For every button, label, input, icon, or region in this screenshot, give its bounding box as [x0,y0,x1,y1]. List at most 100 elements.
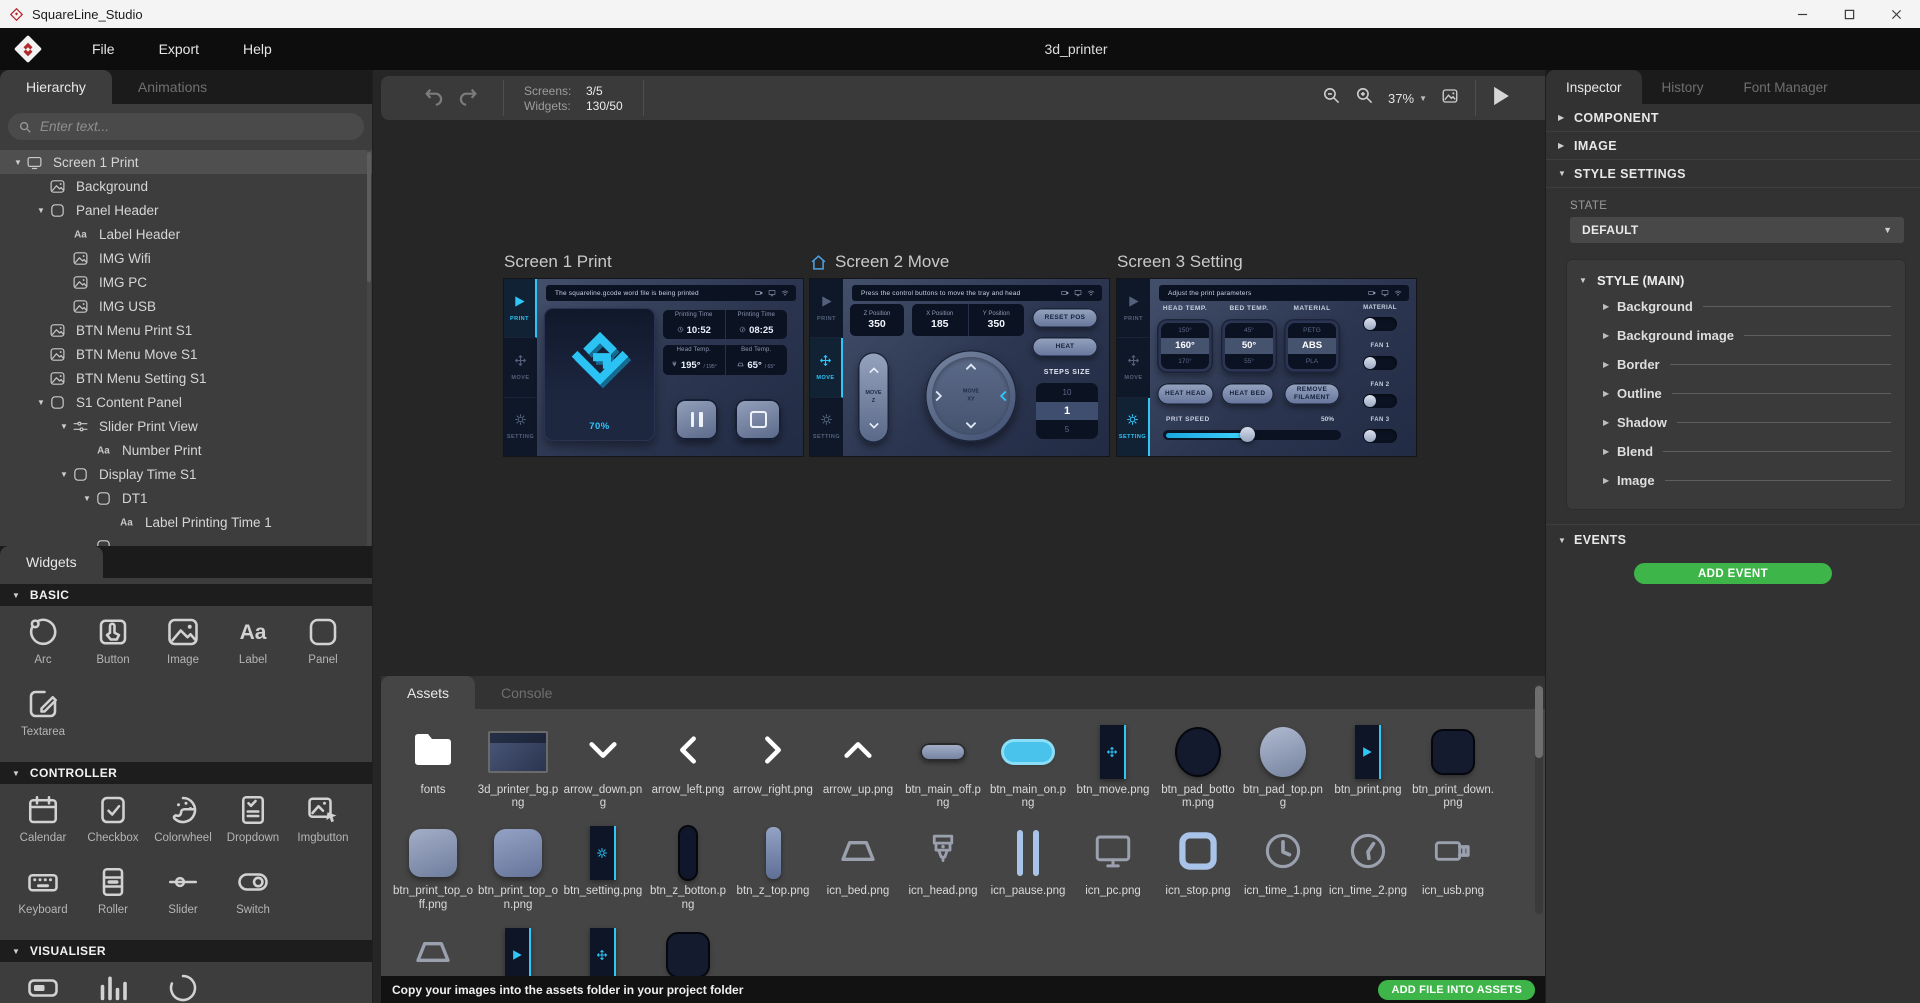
switch-fan-2[interactable] [1363,394,1397,408]
asset-icn-stop-png[interactable]: icn_stop.png [1156,824,1240,911]
hierarchy-scrollbar[interactable] [367,150,371,546]
steps-option-selected[interactable]: 1 [1036,402,1098,421]
style-prop-background-image[interactable]: ▶Background image [1575,321,1895,350]
tree-item-display-time-s1[interactable]: ▼Display Time S1 [0,462,372,486]
roller-head-temp-[interactable]: 150°160°170° [1157,319,1213,373]
asset-btn-print-down-png[interactable]: btn_print_down.png [1411,723,1495,810]
widget-keyboard[interactable]: Keyboard [8,862,78,934]
widget-button[interactable]: Button [78,612,148,684]
tab-console[interactable]: Console [475,676,578,709]
redo-icon[interactable] [457,85,479,112]
steps-option[interactable]: 10 [1036,383,1098,402]
maximize-button[interactable] [1826,0,1873,28]
style-prop-background[interactable]: ▶Background [1575,292,1895,321]
roller-value[interactable]: 170° [1161,354,1209,369]
tree-item-dt1[interactable]: ▼DT1 [0,486,372,510]
steps-roller[interactable]: 1015 [1036,383,1098,439]
add-event-button[interactable]: ADD EVENT [1634,563,1832,584]
tab-history[interactable]: History [1642,70,1724,104]
widget-section-basic[interactable]: ▼BASIC [0,584,372,606]
chevron-down-icon[interactable] [869,416,879,434]
tree-item-panel-header[interactable]: ▼Panel Header [0,198,372,222]
tree-item-label-printing-time-1[interactable]: AaLabel Printing Time 1 [0,510,372,534]
search-input[interactable]: Enter text... [8,113,364,140]
tree-item-btn-menu-print-s1[interactable]: BTN Menu Print S1 [0,318,372,342]
widget-arc[interactable]: Arc [8,612,78,684]
tree-item-label-header[interactable]: AaLabel Header [0,222,372,246]
widget-checkbox[interactable]: Checkbox [78,790,148,862]
roller-bed-temp-[interactable]: 45°50°55° [1221,319,1277,373]
asset-partial[interactable] [391,926,475,976]
heat-bed-button[interactable]: HEAT BED [1221,383,1274,405]
style-prop-shadow[interactable]: ▶Shadow [1575,408,1895,437]
switch-fan-1[interactable] [1363,356,1397,370]
asset-arrow-down-png[interactable]: arrow_down.png [561,723,645,810]
expander-icon[interactable]: ▼ [33,398,49,407]
asset-arrow-left-png[interactable]: arrow_left.png [646,723,730,810]
expander-icon[interactable]: ▼ [56,470,72,479]
pad-down-icon[interactable] [966,416,977,434]
add-file-into-assets-button[interactable]: ADD FILE INTO ASSETS [1378,980,1535,1000]
asset-btn-move-png[interactable]: btn_move.png [1071,723,1155,810]
style-prop-outline[interactable]: ▶Outline [1575,379,1895,408]
widget-bar[interactable] [8,968,78,1003]
play-button[interactable] [1492,85,1511,112]
tree-item[interactable] [0,534,372,546]
menu-help[interactable]: Help [243,41,272,57]
style-main-header[interactable]: ▼STYLE (MAIN) [1575,268,1895,292]
asset-arrow-right-png[interactable]: arrow_right.png [731,723,815,810]
heat-button[interactable]: HEAT [1032,337,1098,357]
tab-assets[interactable]: Assets [381,676,475,709]
asset-icn-time-2-png[interactable]: icn_time_2.png [1326,824,1410,911]
tab-widgets[interactable]: Widgets [0,546,103,578]
tab-inspector[interactable]: Inspector [1546,70,1642,104]
asset-partial[interactable] [561,926,645,976]
tab-animations[interactable]: Animations [112,70,233,104]
section-component[interactable]: ▶COMPONENT [1546,104,1920,132]
screenshot-icon[interactable] [1441,87,1459,110]
asset-icn-pc-png[interactable]: icn_pc.png [1071,824,1155,911]
roller-value[interactable]: PLA [1288,354,1336,369]
asset-btn-z-top-png[interactable]: btn_z_top.png [731,824,815,911]
asset-partial[interactable] [646,926,730,976]
widget-spinner[interactable] [148,968,218,1003]
tree-item-img-wifi[interactable]: IMG Wifi [0,246,372,270]
tree-item-btn-menu-setting-s1[interactable]: BTN Menu Setting S1 [0,366,372,390]
asset-partial[interactable] [476,926,560,976]
steps-option[interactable]: 5 [1036,420,1098,439]
screen-1-title[interactable]: Screen 1 Print [504,251,612,273]
assets-scrollbar[interactable] [1535,684,1543,914]
asset-icn-usb-png[interactable]: icn_usb.png [1411,824,1495,911]
asset-icn-pause-png[interactable]: icn_pause.png [986,824,1070,911]
style-prop-border[interactable]: ▶Border [1575,350,1895,379]
asset-arrow-up-png[interactable]: arrow_up.png [816,723,900,810]
asset-btn-main-on-png[interactable]: btn_main_on.png [986,723,1070,810]
section-style-settings[interactable]: ▼STYLE SETTINGS [1546,160,1920,188]
remove-filament-button[interactable]: REMOVE FILAMENT [1284,383,1340,405]
zoom-in-icon[interactable] [1355,86,1374,110]
widget-colorwheel[interactable]: Colorwheel [148,790,218,862]
asset-btn-z-botton-png[interactable]: btn_z_botton.png [646,824,730,911]
screen-3-preview[interactable]: PRINTMOVESETTING Adjust the print parame… [1117,279,1416,456]
menu-file[interactable]: File [92,41,115,57]
asset-icn-time-1-png[interactable]: icn_time_1.png [1241,824,1325,911]
style-prop-image[interactable]: ▶Image [1575,466,1895,495]
section-image[interactable]: ▶IMAGE [1546,132,1920,160]
roller-material[interactable]: PETGABSPLA [1284,319,1340,373]
widget-slider[interactable]: Slider [148,862,218,934]
move-z-control[interactable]: MOVEZ [858,352,889,443]
widget-label[interactable]: AaLabel [218,612,288,684]
nav-setting[interactable]: SETTING [810,398,843,456]
move-xy-pad[interactable]: MOVEXY [925,350,1017,442]
asset-icn-head-png[interactable]: icn_head.png [901,824,985,911]
asset-btn-pad-top-png[interactable]: btn_pad_top.png [1241,723,1325,810]
switch-fan-3[interactable] [1363,429,1397,443]
widget-switch[interactable]: Switch [218,862,288,934]
pad-left-icon[interactable] [930,391,948,402]
expander-icon[interactable]: ▼ [56,422,72,431]
tab-font-manager[interactable]: Font Manager [1724,70,1848,104]
switch-material[interactable] [1363,317,1397,331]
tree-item-s1-content-panel[interactable]: ▼S1 Content Panel [0,390,372,414]
canvas-area[interactable]: Screens:3/5 Widgets:130/50 37%▼ Screen 1… [373,70,1545,1003]
nav-print[interactable]: PRINT [810,279,843,338]
